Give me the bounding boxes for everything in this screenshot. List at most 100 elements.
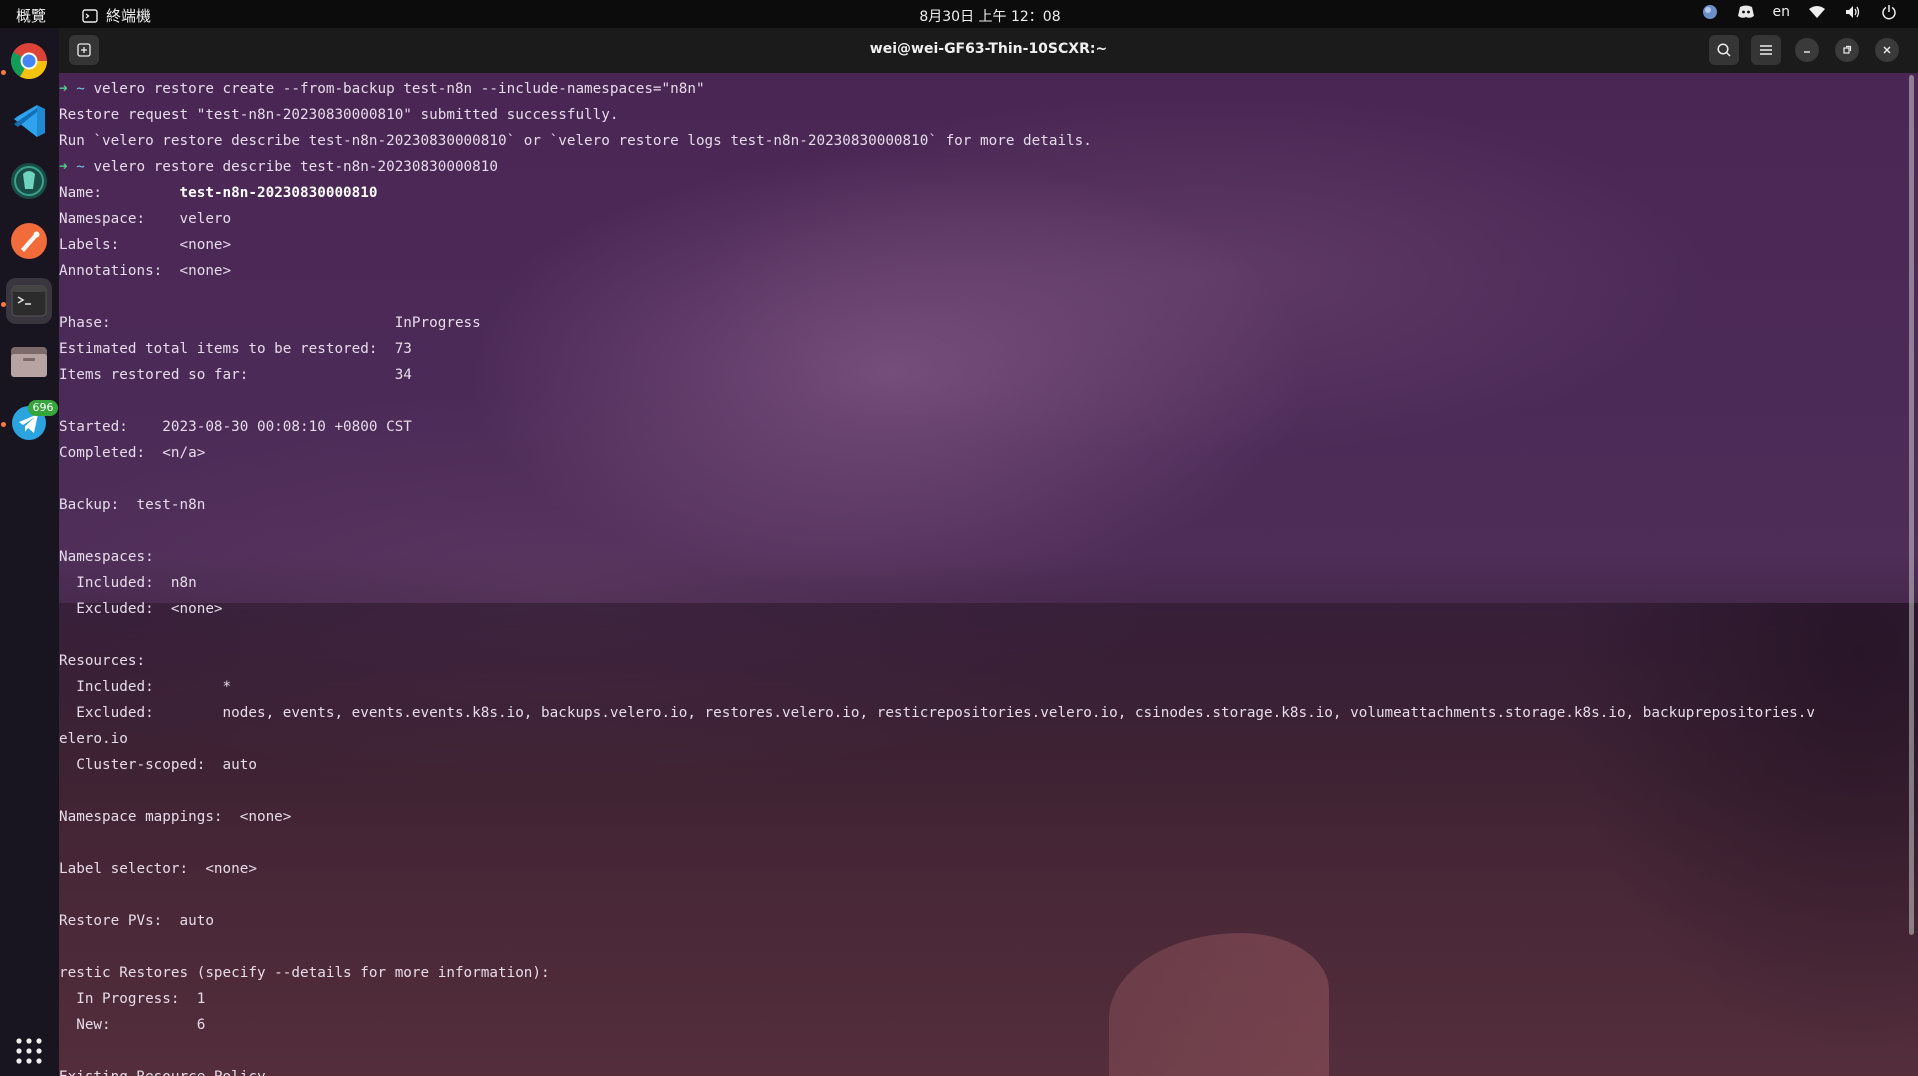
terminal-output[interactable]: ➜ ~ velero restore create --from-backup … [59, 76, 1815, 1076]
restore-name-value: test-n8n-20230830000810 [179, 185, 378, 201]
power-icon[interactable] [1880, 3, 1898, 21]
output-text: Completed: <n/a> [59, 445, 206, 461]
terminal-line: restic Restores (specify --details for m… [59, 960, 1815, 986]
telegram-unread-badge: 696 [28, 400, 58, 416]
terminal-window: wei@wei-GF63-Thin-10SCXR:~ ➜ ~ velero re… [59, 28, 1918, 1076]
output-text: Namespaces: [59, 549, 154, 565]
terminal-line: Items restored so far: 34 [59, 362, 1815, 388]
gitkraken-icon[interactable] [6, 158, 52, 204]
output-text: Excluded: nodes, events, events.events.k… [59, 705, 1815, 721]
minimize-button[interactable] [1795, 38, 1819, 62]
terminal-line: Excluded: nodes, events, events.events.k… [59, 700, 1815, 726]
header-bar[interactable]: wei@wei-GF63-Thin-10SCXR:~ [59, 28, 1918, 73]
terminal-line: Annotations: <none> [59, 258, 1815, 284]
terminal-line: Name: test-n8n-20230830000810 [59, 180, 1815, 206]
terminal-line: Started: 2023-08-30 00:08:10 +0800 CST [59, 414, 1815, 440]
discord-icon[interactable] [1737, 3, 1755, 21]
terminal-line: Namespace: velero [59, 206, 1815, 232]
close-icon [1883, 46, 1891, 54]
terminal-line: Run `velero restore describe test-n8n-20… [59, 128, 1815, 154]
terminal-line: ➜ ~ velero restore create --from-backup … [59, 76, 1815, 102]
search-button[interactable] [1709, 35, 1739, 65]
output-text: Included: n8n [59, 575, 197, 591]
search-icon [1717, 43, 1731, 57]
menu-button[interactable] [1751, 35, 1781, 65]
terminal-line: Namespace mappings: <none> [59, 804, 1815, 830]
output-text: Namespace mappings: <none> [59, 809, 292, 825]
output-text: Namespace: velero [59, 211, 232, 227]
files-icon[interactable] [6, 338, 52, 384]
terminal-line: Included: n8n [59, 570, 1815, 596]
scrollbar[interactable] [1909, 75, 1914, 935]
command-text: velero restore create --from-backup test… [93, 81, 705, 97]
app-grid-icon[interactable] [6, 1028, 52, 1074]
input-language[interactable]: en [1773, 4, 1791, 20]
output-text: Backup: test-n8n [59, 497, 206, 513]
minimize-icon [1804, 51, 1810, 53]
prompt-arrow: ➜ [59, 81, 68, 97]
output-text: Cluster-scoped: auto [59, 757, 257, 773]
restore-icon [1843, 45, 1852, 54]
field-label: Name: [59, 185, 180, 201]
output-text: Restore request "test-n8n-20230830000810… [59, 107, 619, 123]
terminal-line: Completed: <n/a> [59, 440, 1815, 466]
output-text: restic Restores (specify --details for m… [59, 965, 550, 981]
terminal-line: New: 6 [59, 1012, 1815, 1038]
terminal-line: Namespaces: [59, 544, 1815, 570]
hamburger-menu-icon [1760, 45, 1772, 55]
vscode-icon[interactable] [6, 98, 52, 144]
output-text: Resources: [59, 653, 146, 669]
terminal-line: Excluded: <none> [59, 596, 1815, 622]
output-text: Run `velero restore describe test-n8n-20… [59, 133, 1092, 149]
output-text: Estimated total items to be restored: 73 [59, 341, 412, 357]
postman-icon[interactable] [6, 218, 52, 264]
clock[interactable]: 8月30日 上午 12：08 [0, 6, 1918, 26]
output-text: Included: * [59, 679, 232, 695]
terminal-line: Resources: [59, 648, 1815, 674]
terminal-view[interactable]: ➜ ~ velero restore create --from-backup … [59, 73, 1918, 1076]
terminal-line: Cluster-scoped: auto [59, 752, 1815, 778]
globe-icon[interactable] [1701, 3, 1719, 21]
terminal-line: ➜ ~ velero restore describe test-n8n-202… [59, 154, 1815, 180]
window-title: wei@wei-GF63-Thin-10SCXR:~ [869, 41, 1108, 57]
output-text: elero.io [59, 731, 128, 747]
wifi-icon[interactable] [1808, 3, 1826, 21]
terminal-icon[interactable] [6, 278, 52, 324]
system-tray[interactable]: en [1701, 3, 1899, 21]
top-bar: 概覽 終端機 8月30日 上午 12：08 en [0, 0, 1918, 28]
terminal-line: Phase: InProgress [59, 310, 1815, 336]
close-button[interactable] [1875, 38, 1899, 62]
output-text: Restore PVs: auto [59, 913, 214, 929]
output-text: Label selector: <none> [59, 861, 257, 877]
terminal-line: Labels: <none> [59, 232, 1815, 258]
output-text: Existing Resource Policy [59, 1069, 266, 1076]
terminal-line: In Progress: 1 [59, 986, 1815, 1012]
dock: 696 [0, 28, 59, 1076]
output-text: Items restored so far: 34 [59, 367, 412, 383]
terminal-line: Restore PVs: auto [59, 908, 1815, 934]
volume-icon[interactable] [1844, 3, 1862, 21]
terminal-line: Included: * [59, 674, 1815, 700]
output-text: Phase: InProgress [59, 315, 481, 331]
terminal-line: Label selector: <none> [59, 856, 1815, 882]
prompt-cwd: ~ [76, 81, 85, 97]
output-text: New: 6 [59, 1017, 206, 1033]
output-text: In Progress: 1 [59, 991, 206, 1007]
prompt-arrow: ➜ [59, 159, 68, 175]
chrome-icon[interactable] [6, 38, 52, 84]
output-text: Annotations: <none> [59, 263, 232, 279]
terminal-line: Backup: test-n8n [59, 492, 1815, 518]
terminal-line: Estimated total items to be restored: 73 [59, 336, 1815, 362]
output-text: Excluded: <none> [59, 601, 223, 617]
maximize-button[interactable] [1835, 38, 1859, 62]
command-text: velero restore describe test-n8n-2023083… [93, 159, 498, 175]
